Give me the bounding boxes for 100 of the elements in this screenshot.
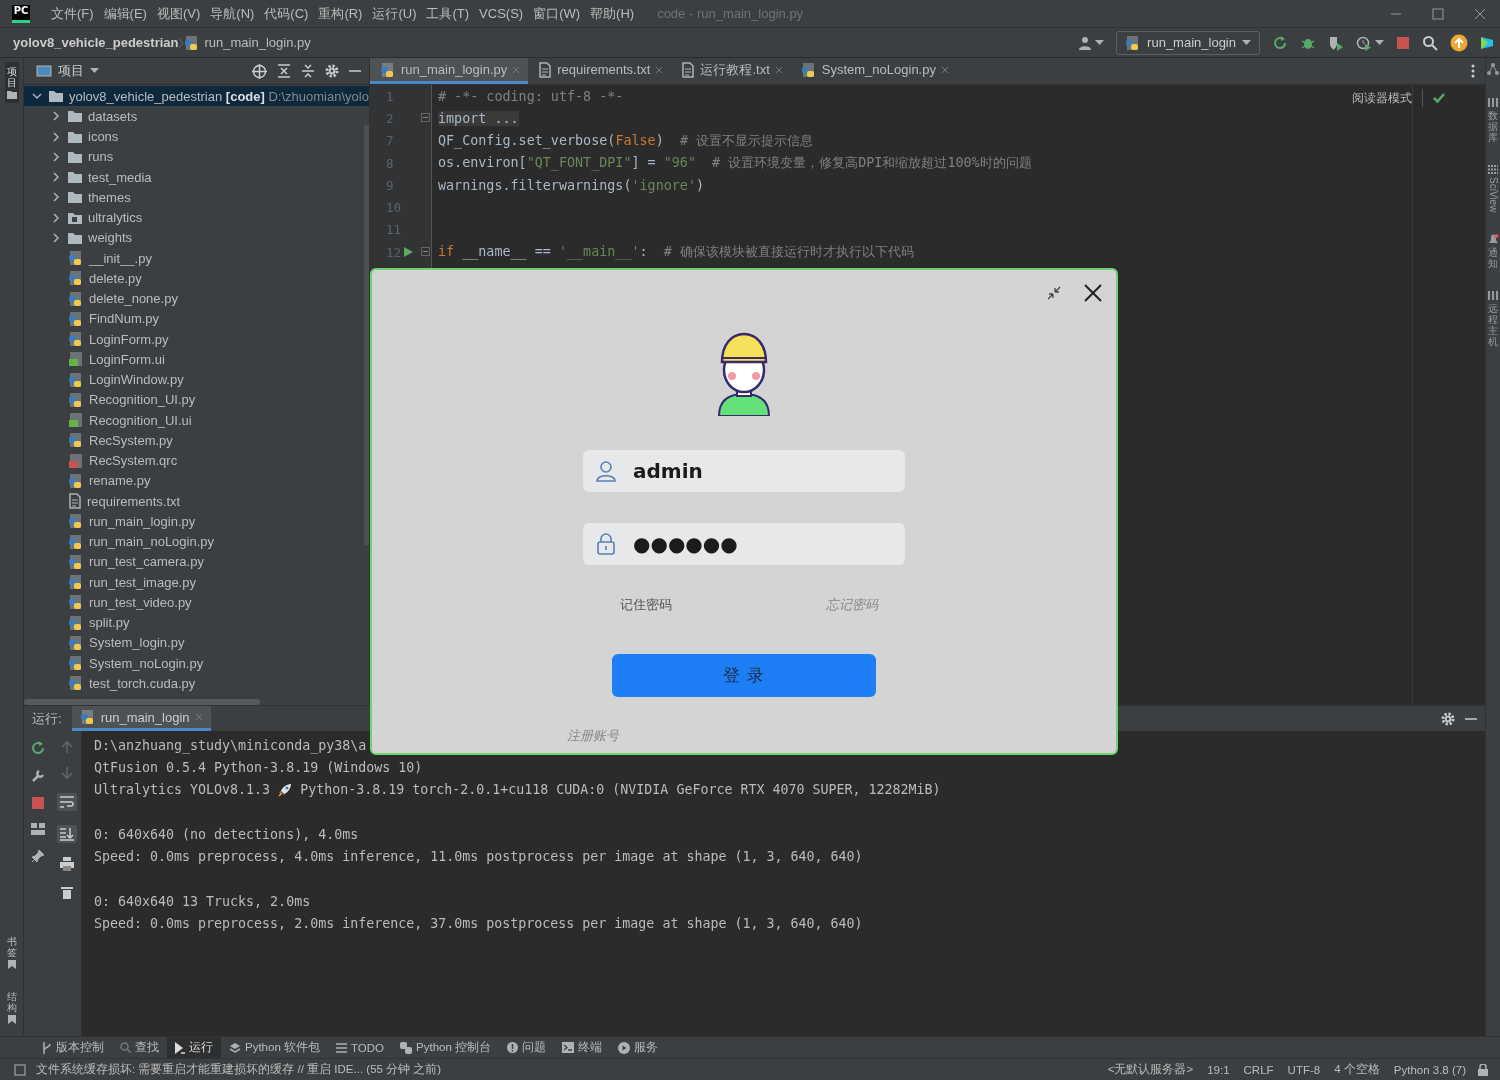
- tree-item[interactable]: Recognition_UI.ui: [89, 412, 192, 428]
- maximize-icon[interactable]: [1432, 7, 1444, 20]
- tool-window-tab[interactable]: 通知: [1487, 234, 1499, 270]
- structure-icon[interactable]: [1487, 62, 1499, 76]
- tree-item[interactable]: run_test_image.py: [89, 574, 196, 590]
- tree-item[interactable]: run_main_login.py: [89, 513, 196, 529]
- menu-item[interactable]: 工具(T): [421, 4, 475, 23]
- panel-title[interactable]: 项目: [58, 62, 84, 80]
- menu-item[interactable]: 代码(C): [259, 4, 314, 23]
- stop-icon[interactable]: [1396, 35, 1410, 50]
- settings-icon[interactable]: [325, 64, 339, 78]
- menu-item[interactable]: 文件(F): [46, 4, 99, 23]
- profiler-icon[interactable]: [1356, 34, 1372, 51]
- scrollbar[interactable]: [364, 125, 369, 545]
- remember-password-option[interactable]: 记住密码: [620, 596, 672, 614]
- tool-tab[interactable]: 版本控制: [34, 1037, 112, 1058]
- menu-item[interactable]: 视图(V): [151, 4, 206, 23]
- scrollbar[interactable]: [24, 699, 260, 705]
- tree-item[interactable]: rename.py: [89, 473, 151, 489]
- chevron-right-icon[interactable]: [50, 191, 62, 204]
- chevron-right-icon[interactable]: [50, 110, 62, 123]
- tree-item[interactable]: LoginWindow.py: [89, 372, 184, 388]
- coverage-icon[interactable]: [1328, 34, 1344, 51]
- chevron-right-icon[interactable]: [50, 150, 62, 163]
- chevron-right-icon[interactable]: [50, 231, 62, 244]
- tool-window-tab[interactable]: SciView: [1487, 165, 1499, 213]
- tree-item[interactable]: themes: [88, 189, 131, 205]
- layout-icon[interactable]: [31, 823, 45, 835]
- message-icon[interactable]: [14, 1063, 26, 1076]
- tool-tab[interactable]: 终端: [554, 1037, 610, 1058]
- settings-icon[interactable]: [1441, 711, 1455, 726]
- tree-item[interactable]: weights: [88, 230, 133, 246]
- menu-item[interactable]: 帮助(H): [585, 4, 640, 23]
- tree-item[interactable]: delete.py: [89, 270, 142, 286]
- wrench-icon[interactable]: [31, 769, 45, 783]
- tree-item[interactable]: System_noLogin.py: [89, 655, 204, 671]
- tool-tab[interactable]: TODO: [328, 1037, 392, 1058]
- tool-window-tab[interactable]: 远程主机: [1488, 291, 1498, 348]
- print-icon[interactable]: [59, 857, 74, 871]
- fold-icon[interactable]: [421, 113, 430, 123]
- editor-tab[interactable]: 运行教程.txt: [671, 58, 791, 84]
- tool-tab[interactable]: 问题: [499, 1037, 554, 1058]
- tool-tab[interactable]: Python 软件包: [221, 1037, 328, 1058]
- close-icon[interactable]: [1084, 284, 1102, 302]
- pin-icon[interactable]: [31, 849, 45, 863]
- tool-tab[interactable]: 查找: [112, 1037, 167, 1058]
- breadcrumb-item[interactable]: yolov8_vehicle_pedestrian: [13, 35, 179, 50]
- login-button[interactable]: 登 录: [612, 654, 876, 697]
- locate-icon[interactable]: [252, 63, 267, 79]
- menu-item[interactable]: VCS(S): [474, 6, 529, 21]
- caret-icon[interactable]: [90, 68, 99, 74]
- tree-item[interactable]: __init__.py: [89, 250, 152, 266]
- tree-item[interactable]: run_test_camera.py: [89, 554, 204, 570]
- expand-all-icon[interactable]: [277, 64, 291, 78]
- tree-item[interactable]: datasets: [88, 108, 138, 124]
- menu-item[interactable]: 运行(U): [367, 4, 422, 23]
- tree-item[interactable]: RecSystem.py: [89, 432, 173, 448]
- tool-tab[interactable]: 服务: [610, 1037, 666, 1058]
- soft-wrap-icon[interactable]: [58, 795, 75, 809]
- status-message[interactable]: 文件系统缓存损坏: 需要重启才能重建损坏的缓存 // 重启 IDE... (55 分钟 之前): [36, 1062, 442, 1077]
- username-field[interactable]: admin: [583, 450, 905, 492]
- breadcrumb-item[interactable]: run_main_login.py: [204, 35, 311, 50]
- trash-icon[interactable]: [60, 885, 73, 899]
- tool-window-tab[interactable]: 数据库: [1488, 98, 1498, 143]
- tree-item[interactable]: ultralytics: [88, 210, 143, 226]
- tool-tab[interactable]: Python 控制台: [392, 1037, 499, 1058]
- tool-window-tab[interactable]: 书签: [4, 932, 19, 973]
- status-item[interactable]: 4 个空格: [1332, 1062, 1382, 1077]
- tree-item[interactable]: icons: [88, 129, 119, 145]
- tree-item[interactable]: delete_none.py: [89, 291, 178, 307]
- tree-item[interactable]: Recognition_UI.py: [89, 392, 196, 408]
- rerun-icon[interactable]: [1272, 34, 1288, 51]
- chevron-right-icon[interactable]: [50, 211, 62, 224]
- tool-window-tab[interactable]: 结构: [4, 987, 19, 1028]
- tree-item[interactable]: run_main_noLogin.py: [89, 534, 215, 550]
- tree-item[interactable]: FindNum.py: [89, 311, 160, 327]
- caret-icon[interactable]: [1242, 39, 1251, 46]
- user-icon[interactable]: [1078, 35, 1093, 50]
- collapse-all-icon[interactable]: [301, 64, 315, 78]
- caret-icon[interactable]: [1095, 39, 1105, 46]
- tree-item[interactable]: split.py: [89, 615, 130, 631]
- menu-item[interactable]: 重构(R): [313, 4, 368, 23]
- tree-item[interactable]: System_login.py: [89, 635, 185, 651]
- status-item[interactable]: <无默认服务器>: [1105, 1062, 1196, 1077]
- tree-item[interactable]: LoginForm.ui: [89, 351, 165, 367]
- chevron-right-icon[interactable]: [50, 130, 62, 143]
- tree-item[interactable]: test_media: [88, 169, 152, 185]
- caret-icon[interactable]: [1375, 39, 1384, 46]
- tool-tab[interactable]: 运行: [167, 1037, 221, 1058]
- tree-item[interactable]: RecSystem.qrc: [89, 453, 178, 469]
- collapse-icon[interactable]: [1046, 285, 1062, 301]
- search-icon[interactable]: [1422, 34, 1438, 51]
- menu-item[interactable]: 编辑(E): [98, 4, 152, 23]
- run-icon[interactable]: [404, 247, 413, 258]
- status-item[interactable]: UTF-8: [1285, 1063, 1323, 1076]
- more-icon[interactable]: [1471, 64, 1475, 78]
- status-item[interactable]: CRLF: [1241, 1063, 1276, 1076]
- tree-item[interactable]: test_torch.cuda.py: [89, 675, 196, 691]
- reader-mode-toggle[interactable]: 阅读器模式: [1352, 89, 1412, 107]
- password-field[interactable]: ●●●●●●: [583, 523, 905, 565]
